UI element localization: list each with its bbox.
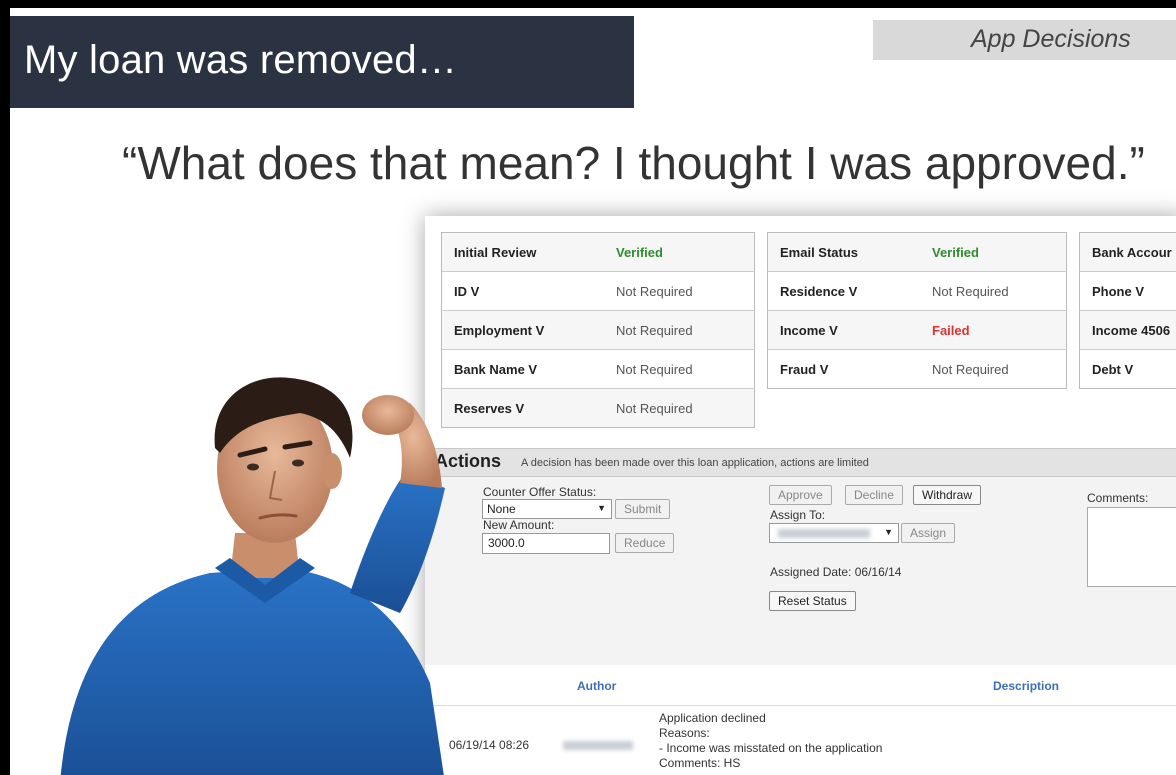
log-header: Author Description bbox=[425, 665, 1176, 706]
log-line: - Income was misstated on the applicatio… bbox=[659, 741, 883, 755]
verification-row: Phone V bbox=[1079, 271, 1176, 311]
description-header: Description bbox=[993, 679, 1060, 693]
left-eye bbox=[247, 463, 259, 471]
dropdown-arrow-icon: ▼ bbox=[884, 527, 893, 537]
shirt-sleeve bbox=[350, 473, 445, 613]
verification-table-2: Email Status Verified Residence V Not Re… bbox=[767, 232, 1067, 389]
verification-row: Employment V Not Required bbox=[441, 310, 755, 350]
slide-title: My loan was removed… bbox=[24, 38, 458, 82]
actions-panel: Counter Offer Status: None ▼ Submit New … bbox=[425, 477, 1176, 666]
approve-button[interactable]: Approve bbox=[769, 485, 832, 505]
ear bbox=[322, 453, 342, 489]
author-header: Author bbox=[577, 679, 617, 693]
verification-status: Not Required bbox=[604, 388, 755, 428]
verification-label: Email Status bbox=[767, 232, 920, 272]
log-row: 06/19/14 08:26 Application declined Reas… bbox=[425, 706, 1176, 775]
log-line: Application declined bbox=[659, 711, 766, 725]
slide: My loan was removed… App Decisions “What… bbox=[10, 8, 1176, 775]
verification-row: Email Status Verified bbox=[767, 232, 1067, 272]
section-tab: App Decisions bbox=[873, 20, 1176, 60]
verification-row: ID V Not Required bbox=[441, 271, 755, 311]
quote-text: “What does that mean? I thought I was ap… bbox=[122, 137, 1145, 189]
verification-label: Bank Accour bbox=[1079, 232, 1176, 272]
confused-man-illustration bbox=[60, 377, 445, 775]
submit-button[interactable]: Submit bbox=[615, 499, 671, 519]
section-label: App Decisions bbox=[971, 25, 1131, 53]
actions-header: Actions A decision has been made over th… bbox=[425, 448, 1176, 477]
verification-label: Income V bbox=[767, 310, 920, 350]
verification-label: Fraud V bbox=[767, 349, 920, 389]
withdraw-button[interactable]: Withdraw bbox=[913, 485, 982, 505]
assign-to-select[interactable]: ▼ bbox=[769, 523, 899, 543]
decline-button[interactable]: Decline bbox=[845, 485, 904, 505]
verification-label: Initial Review bbox=[441, 232, 604, 272]
comments-label: Comments: bbox=[1087, 491, 1149, 505]
log-line: Reasons: bbox=[659, 726, 710, 740]
verification-status: Not Required bbox=[604, 271, 755, 311]
verification-status: Not Required bbox=[920, 349, 1067, 389]
actions-note: A decision has been made over this loan … bbox=[521, 457, 869, 469]
assigned-date: Assigned Date: 06/16/14 bbox=[770, 565, 902, 579]
right-eye bbox=[292, 459, 304, 467]
verification-status: Verified bbox=[604, 232, 755, 272]
title-bar: My loan was removed… bbox=[10, 16, 634, 108]
verification-row: Residence V Not Required bbox=[767, 271, 1067, 311]
log-line: Comments: HS bbox=[659, 756, 741, 770]
verification-label: Phone V bbox=[1079, 271, 1176, 311]
verification-row: Debt V bbox=[1079, 349, 1176, 389]
verification-row: Income V Failed bbox=[767, 310, 1067, 350]
verification-label: Residence V bbox=[767, 271, 920, 311]
verification-label: Debt V bbox=[1079, 349, 1176, 389]
assign-to-label: Assign To: bbox=[770, 508, 826, 522]
reset-status-button[interactable]: Reset Status bbox=[769, 591, 856, 611]
hand bbox=[362, 395, 414, 435]
redacted-author bbox=[563, 741, 633, 750]
reduce-button[interactable]: Reduce bbox=[615, 533, 675, 553]
comments-textarea[interactable] bbox=[1087, 507, 1176, 587]
verification-status: Failed bbox=[920, 310, 1067, 350]
verification-label: ID V bbox=[441, 271, 604, 311]
verification-label: Employment V bbox=[441, 310, 604, 350]
verification-table-3: Bank Accour Phone V Income 4506 Debt V bbox=[1079, 232, 1176, 389]
verification-row: Income 4506 bbox=[1079, 310, 1176, 350]
assign-button[interactable]: Assign bbox=[901, 523, 956, 543]
loan-app-screenshot: Initial Review Verified ID V Not Require… bbox=[425, 216, 1176, 775]
dropdown-arrow-icon: ▼ bbox=[597, 503, 606, 513]
verification-row: Initial Review Verified bbox=[441, 232, 755, 272]
verification-status: Not Required bbox=[920, 271, 1067, 311]
verification-status: Not Required bbox=[604, 349, 755, 389]
verification-row: Bank Accour bbox=[1079, 232, 1176, 272]
verification-status: Not Required bbox=[604, 310, 755, 350]
redacted-name bbox=[778, 529, 870, 538]
verification-label: Income 4506 bbox=[1079, 310, 1176, 350]
verification-status: Verified bbox=[920, 232, 1067, 272]
verification-row: Fraud V Not Required bbox=[767, 349, 1067, 389]
